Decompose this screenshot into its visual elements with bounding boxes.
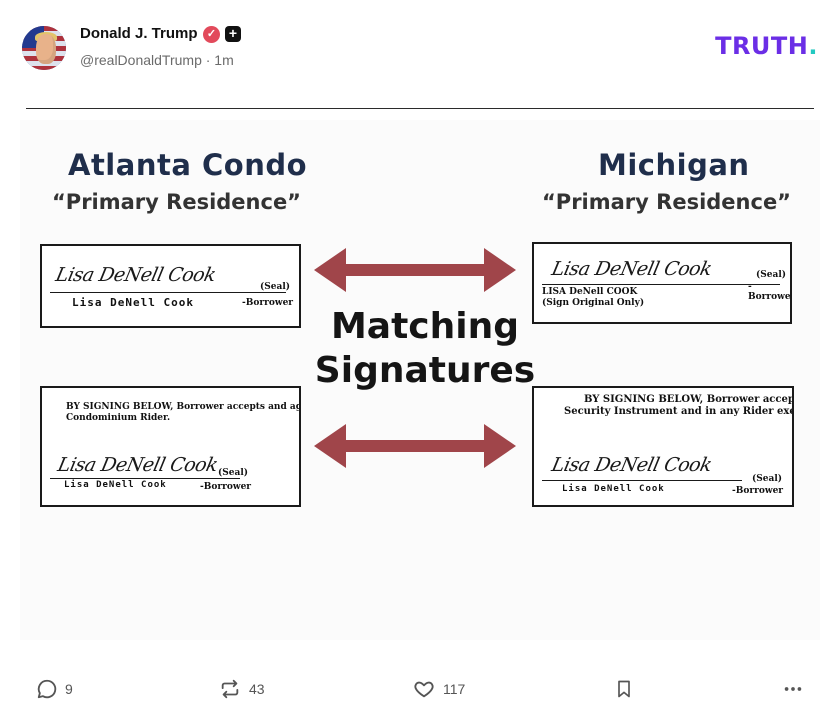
retruth-count: 43 (249, 681, 265, 697)
signature: Lisa DeNell Cook (55, 454, 220, 476)
post-header: Donald J. Trump ✓ + @realDonaldTrump · 1… (0, 0, 840, 100)
borrower-label: -Borrower (242, 298, 294, 308)
double-arrow-bottom (314, 424, 516, 468)
doc-atlanta-signature-1: Lisa DeNell Cook (Seal) Lisa DeNell Cook… (40, 244, 301, 328)
signatures-label: Signatures (314, 350, 536, 391)
printed-name: Lisa DeNell Cook (72, 296, 194, 309)
truth-logo[interactable]: TRUTH. (715, 32, 818, 60)
terms-line-1: BY SIGNING BELOW, Borrower accepts and (584, 394, 794, 405)
avatar[interactable] (22, 26, 66, 70)
doc-michigan-signature-1: Lisa DeNell Cook (Seal) LISA DeNell COOK… (532, 242, 792, 324)
double-arrow-top (314, 248, 516, 292)
divider (26, 108, 814, 109)
avatar-face (36, 34, 56, 64)
signature-line (542, 480, 742, 481)
more-icon (784, 687, 802, 691)
seal-label: (Seal) (218, 468, 248, 478)
reply-count: 9 (65, 681, 73, 697)
doc-atlanta-signature-2: BY SIGNING BELOW, Borrower accepts and a… (40, 386, 301, 507)
borrower-label: -Borrower (732, 486, 784, 496)
more-button[interactable] (782, 678, 804, 700)
signature: Lisa DeNell Cook (549, 258, 714, 280)
borrower-label: -Borrower (200, 482, 252, 492)
seal-label: (Seal) (756, 270, 786, 280)
like-icon (414, 681, 434, 698)
sign-note: (Sign Original Only) (542, 298, 645, 308)
signature-line (50, 292, 286, 293)
printed-name: Lisa DeNell Cook (64, 480, 167, 490)
reply-icon (37, 679, 57, 699)
terms-line-2: Security Instrument and in any Rider exe… (564, 406, 792, 417)
action-bar: 9 43 117 (0, 668, 840, 708)
seal-label: (Seal) (260, 282, 290, 292)
bookmark-button[interactable] (614, 678, 634, 700)
reply-button[interactable]: 9 (36, 678, 73, 700)
signature-line (542, 284, 780, 285)
left-title: Atlanta Condo (68, 148, 308, 182)
author-handle[interactable]: @realDonaldTrump · 1m (80, 52, 234, 68)
like-button[interactable]: 117 (412, 678, 465, 700)
matching-label: Matching (330, 306, 520, 347)
verified-icon: ✓ (203, 26, 220, 43)
signature: Lisa DeNell Cook (549, 454, 714, 476)
doc-michigan-signature-2: BY SIGNING BELOW, Borrower accepts and S… (532, 386, 794, 507)
post-image[interactable]: Atlanta Condo “Primary Residence” Michig… (20, 120, 820, 640)
terms-line-1: BY SIGNING BELOW, Borrower accepts and a… (66, 402, 299, 412)
like-count: 117 (443, 681, 466, 697)
signature-line (50, 478, 240, 479)
author-name[interactable]: Donald J. Trump (80, 25, 198, 42)
bookmark-icon (618, 680, 630, 698)
printed-name: Lisa DeNell Cook (562, 484, 665, 494)
seal-label: (Seal) (752, 474, 782, 484)
right-subtitle: “Primary Residence” (542, 190, 791, 214)
printed-name: LISA DeNell COOK (542, 287, 638, 297)
signature: Lisa DeNell Cook (53, 264, 218, 286)
right-title: Michigan (598, 148, 750, 182)
logo-text: TRUTH (715, 32, 809, 60)
terms-line-2: Condominium Rider. (66, 413, 171, 423)
retruth-icon (221, 679, 239, 699)
left-subtitle: “Primary Residence” (52, 190, 301, 214)
retruth-button[interactable]: 43 (218, 678, 265, 700)
plus-icon: + (225, 26, 241, 42)
logo-dot: . (808, 32, 818, 60)
borrower-label: -Borrower (748, 282, 792, 302)
